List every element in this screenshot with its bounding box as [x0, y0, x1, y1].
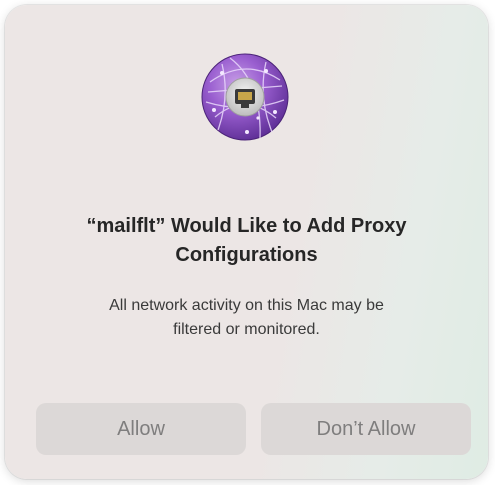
network-proxy-icon: [200, 52, 290, 142]
dialog-title-line-1: “mailflt” Would Like to Add Proxy: [86, 215, 407, 237]
proxy-permission-dialog: “mailflt” Would Like to Add Proxy Config…: [5, 5, 488, 479]
dialog-title: “mailflt” Would Like to Add Proxy Config…: [25, 212, 468, 270]
dialog-message-line-2: filtered or monitored.: [173, 321, 320, 338]
dialog-title-line-2: Configurations: [175, 244, 318, 266]
dont-allow-button[interactable]: Don’t Allow: [261, 403, 471, 455]
dialog-message-line-1: All network activity on this Mac may be: [109, 297, 384, 314]
dialog-message: All network activity on this Mac may be …: [25, 294, 468, 342]
allow-button[interactable]: Allow: [36, 403, 246, 455]
